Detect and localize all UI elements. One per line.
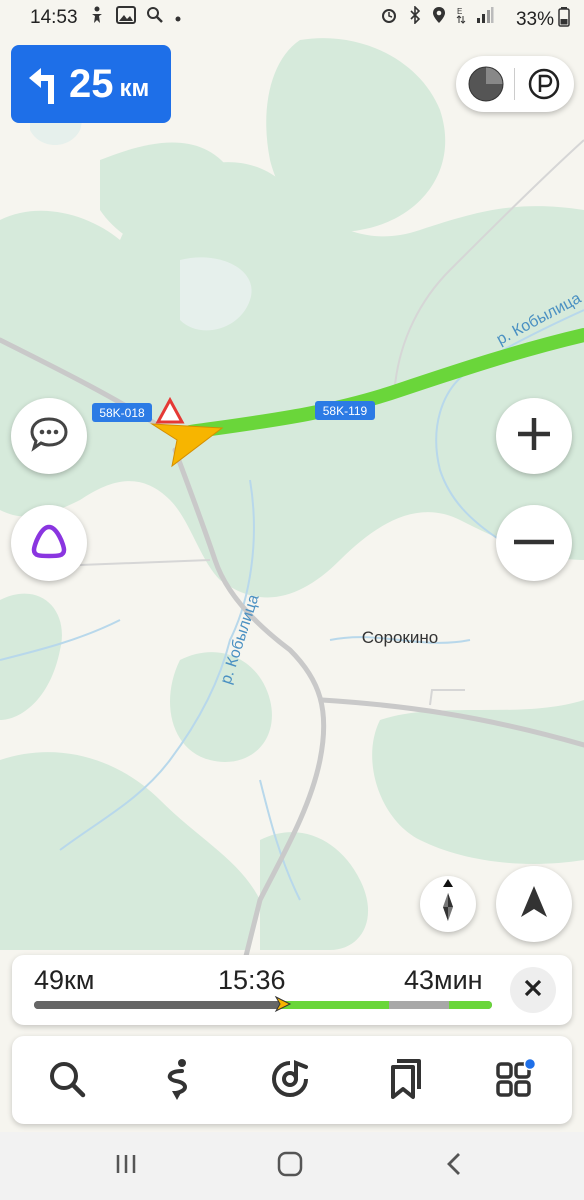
map-layers-pill xyxy=(456,56,574,112)
compass-icon xyxy=(433,878,463,930)
services-icon xyxy=(494,1057,537,1105)
traffic-icon[interactable] xyxy=(466,64,506,104)
compass-button[interactable] xyxy=(420,876,476,932)
svg-text:E: E xyxy=(457,7,462,16)
navigation-arrow-icon xyxy=(518,884,550,925)
turn-left-icon xyxy=(27,62,61,106)
tab-music[interactable] xyxy=(265,1056,315,1106)
system-navigation-bar xyxy=(0,1132,584,1200)
progress-marker-icon xyxy=(274,995,292,1018)
tab-bookmarks[interactable] xyxy=(378,1056,428,1106)
road-shield-58k018: 58K-018 xyxy=(92,403,152,422)
maneuver-panel[interactable]: 25 км xyxy=(11,45,171,123)
close-icon xyxy=(523,978,543,1003)
dot-icon xyxy=(174,7,182,29)
status-time: 14:53 xyxy=(30,7,78,28)
remaining-distance: 49км xyxy=(34,965,95,995)
traffic-free-segment-end xyxy=(449,1001,492,1009)
traffic-free-segment xyxy=(279,1001,389,1009)
road-label-b: 58K-119 xyxy=(323,404,368,418)
signal-icon xyxy=(476,6,494,30)
chat-icon xyxy=(29,416,69,457)
search-icon xyxy=(47,1059,87,1104)
chat-button[interactable] xyxy=(11,398,87,474)
accessibility-icon xyxy=(88,6,106,30)
home-icon xyxy=(277,1151,303,1182)
battery-icon xyxy=(558,7,570,33)
status-bar: 14:53 E 33% xyxy=(0,0,584,36)
tab-services[interactable] xyxy=(490,1056,540,1106)
alice-icon xyxy=(31,523,67,564)
zoom-in-button[interactable] xyxy=(496,398,572,474)
home-button[interactable] xyxy=(270,1148,310,1184)
route-icon xyxy=(158,1057,198,1106)
maneuver-distance: 25 xyxy=(69,61,114,106)
close-route-button[interactable] xyxy=(510,967,556,1013)
back-button[interactable] xyxy=(434,1148,474,1184)
my-location-button[interactable] xyxy=(496,866,572,942)
road-shield-58k119: 58K-119 xyxy=(315,401,375,420)
location-icon xyxy=(432,6,446,30)
bluetooth-icon xyxy=(408,5,422,30)
plus-icon xyxy=(514,414,554,459)
search-icon xyxy=(146,6,164,30)
parking-icon[interactable] xyxy=(524,64,564,104)
gallery-icon xyxy=(116,6,136,30)
village-label: Сорокино xyxy=(362,628,438,647)
alice-assistant-button[interactable] xyxy=(11,505,87,581)
battery-percent: 33% xyxy=(515,9,554,30)
tab-route[interactable] xyxy=(153,1056,203,1106)
back-icon xyxy=(445,1152,463,1181)
battery-indicator: 33% xyxy=(516,7,570,33)
bookmarks-icon xyxy=(383,1057,423,1106)
route-summary-bar[interactable]: 49км 15:36 43мин xyxy=(12,955,572,1025)
unknown-traffic-segment xyxy=(389,1001,449,1009)
remaining-duration: 43мин xyxy=(404,965,483,995)
alarm-icon xyxy=(380,6,398,30)
tab-search[interactable] xyxy=(42,1056,92,1106)
maneuver-unit: км xyxy=(119,75,150,102)
signal-e-icon: E xyxy=(456,6,466,30)
bottom-tab-bar xyxy=(12,1036,572,1124)
recent-apps-icon xyxy=(114,1153,138,1180)
route-progress-track xyxy=(34,1001,492,1009)
recent-apps-button[interactable] xyxy=(106,1148,146,1184)
zoom-out-button[interactable] xyxy=(496,505,572,581)
traveled-segment xyxy=(34,1001,279,1009)
minus-icon xyxy=(512,534,556,552)
road-label-a: 58K-018 xyxy=(99,406,145,420)
music-icon xyxy=(268,1057,312,1106)
arrival-time: 15:36 xyxy=(218,965,286,995)
